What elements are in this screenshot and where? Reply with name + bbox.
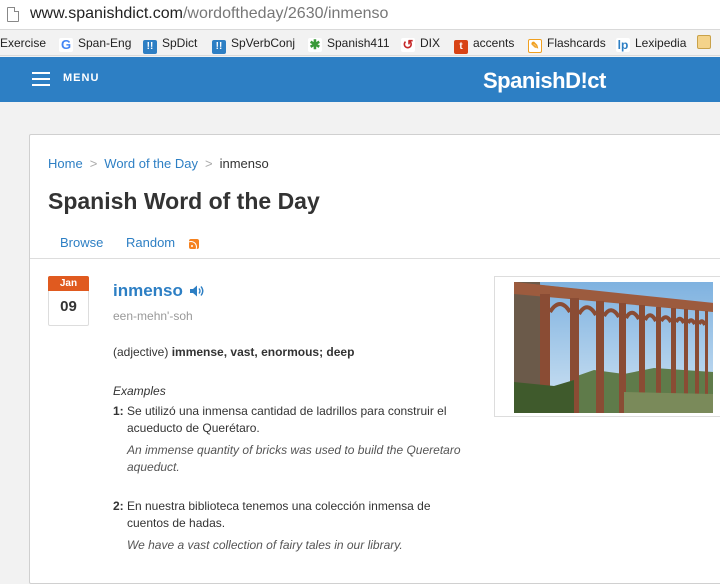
example-english: We have a vast collection of fairy tales… xyxy=(127,538,403,552)
google-icon: G xyxy=(59,37,73,52)
tab-browse[interactable]: Browse xyxy=(60,235,103,250)
part-of-speech: (adjective) xyxy=(113,345,169,359)
date-month: Jan xyxy=(48,276,89,291)
bookmark-label: DIX xyxy=(420,36,441,50)
bookmark-spanish411[interactable]: ✱ Spanish411 xyxy=(308,35,390,52)
bookmark-label: Lexipedia xyxy=(635,36,687,50)
example-english: An immense quantity of bricks was used t… xyxy=(127,443,461,474)
bookmarks-bar: Exercise G Span-Eng !! SpDict !! SpVerbConj… xyxy=(0,30,720,56)
date-day: 09 xyxy=(60,298,77,315)
example-number: 1: xyxy=(113,404,124,418)
breadcrumb-current: inmenso xyxy=(219,156,269,171)
url-path: /wordoftheday/2630/inmenso xyxy=(182,5,389,22)
example-item: 1: Se utilizó una inmensa cantidad de la… xyxy=(113,403,473,476)
speaker-icon[interactable] xyxy=(189,284,205,298)
bookmark-span-eng[interactable]: G Span-Eng xyxy=(59,35,132,52)
t-icon: t xyxy=(454,40,468,54)
bookmark-label: accents xyxy=(473,36,515,50)
tab-bar: Browse Random xyxy=(30,223,720,259)
breadcrumb-home[interactable]: Home xyxy=(48,156,83,171)
content-card: Home > Word of the Day > inmenso Spanish Wor… xyxy=(29,134,720,584)
example-spanish: Se utilizó una inmensa cantidad de ladri… xyxy=(127,404,447,435)
breadcrumb-word-of-the-day[interactable]: Word of the Day xyxy=(104,156,198,171)
address-bar[interactable]: www.spanishdict.com/wordoftheday/2630/in… xyxy=(0,0,720,30)
bookmark-spdict[interactable]: !! SpDict xyxy=(143,35,198,54)
examples-label: Examples xyxy=(113,384,166,398)
bookmark-label: Exercise xyxy=(0,36,47,50)
breadcrumb-separator: > xyxy=(89,156,98,171)
bookmark-label: SpVerbConj xyxy=(231,36,296,50)
photo-frame xyxy=(494,276,720,417)
example-number: 2: xyxy=(113,499,124,513)
site-header: MENU SpanishD!ct xyxy=(0,57,720,102)
bookmark-exercise[interactable]: Exercise xyxy=(0,35,46,51)
breadcrumb-separator: > xyxy=(204,156,213,171)
tab-random[interactable]: Random xyxy=(126,235,175,250)
flashcards-icon: ✎ xyxy=(528,39,542,53)
bookmark-accents[interactable]: t accents xyxy=(454,35,515,54)
spanishdict-icon: !! xyxy=(212,40,226,54)
rss-icon[interactable] xyxy=(189,239,199,249)
bookmark-label: Flashcards xyxy=(547,36,606,50)
example-item: 2: En nuestra biblioteca tenemos una col… xyxy=(113,498,473,554)
bookmark-label: Spanish411 xyxy=(327,36,390,50)
aqueduct-photo xyxy=(514,282,713,413)
definition-text: immense, vast, enormous; deep xyxy=(171,345,355,359)
bookmark-spverbconj[interactable]: !! SpVerbConj xyxy=(212,35,296,54)
menu-label: MENU xyxy=(63,72,100,84)
folder-icon xyxy=(697,35,711,49)
bookmark-folder[interactable] xyxy=(697,35,716,51)
site-logo[interactable]: SpanishD!ct xyxy=(483,68,606,94)
page-title: Spanish Word of the Day xyxy=(48,188,320,214)
bookmark-lexipedia[interactable]: lp Lexipedia xyxy=(616,35,687,52)
bookmark-label: SpDict xyxy=(162,36,198,50)
hamburger-icon xyxy=(32,72,50,86)
bookmark-label: Span-Eng xyxy=(78,36,132,50)
url-host: www.spanishdict.com xyxy=(30,5,183,22)
spanishdict-icon: !! xyxy=(143,40,157,54)
url-text[interactable]: www.spanishdict.com/wordoftheday/2630/in… xyxy=(30,5,388,23)
spanish411-icon: ✱ xyxy=(308,37,322,52)
example-spanish: En nuestra biblioteca tenemos una colecc… xyxy=(127,499,431,530)
dix-icon: ↺ xyxy=(401,37,415,52)
definition: (adjective) immense, vast, enormous; dee… xyxy=(113,345,354,359)
page-icon xyxy=(7,7,19,22)
bookmark-flashcards[interactable]: ✎ Flashcards xyxy=(528,35,606,53)
date-badge: Jan 09 xyxy=(48,276,89,326)
word-heading[interactable]: inmenso xyxy=(113,281,183,301)
lp-icon: lp xyxy=(616,38,630,52)
breadcrumb: Home > Word of the Day > inmenso xyxy=(48,156,269,171)
bookmark-dix[interactable]: ↺ DIX xyxy=(401,35,441,52)
pronunciation: een-mehn'-soh xyxy=(113,309,193,323)
